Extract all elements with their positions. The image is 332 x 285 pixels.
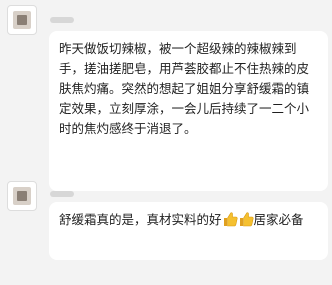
sender-avatar[interactable] xyxy=(7,5,37,35)
chat-window: { "messages": [ { "text": "昨天做饭切辣椒，被一个超级… xyxy=(0,0,332,285)
sender-avatar[interactable] xyxy=(7,181,37,211)
message-text: 昨天做饭切辣椒，被一个超级辣的辣椒辣到手，搓油搓肥皂，用芦荟胶都止不住热辣的皮肤… xyxy=(59,41,310,136)
avatar-image xyxy=(13,11,31,29)
avatar-image xyxy=(13,187,31,205)
message-text: 舒缓霜真的是，真材实料的好 xyxy=(59,212,222,227)
message-text-continued: 居家必备 xyxy=(253,212,304,227)
thumbs-up-icon xyxy=(239,212,254,227)
thumbs-up-icon xyxy=(223,212,238,227)
message-bubble[interactable]: 舒缓霜真的是，真材实料的好 居家必备 xyxy=(49,202,328,260)
sender-name-blurred xyxy=(50,191,74,197)
message-bubble[interactable]: 昨天做饭切辣椒，被一个超级辣的辣椒辣到手，搓油搓肥皂，用芦荟胶都止不住热辣的皮肤… xyxy=(49,31,328,191)
sender-name-blurred xyxy=(50,17,74,23)
